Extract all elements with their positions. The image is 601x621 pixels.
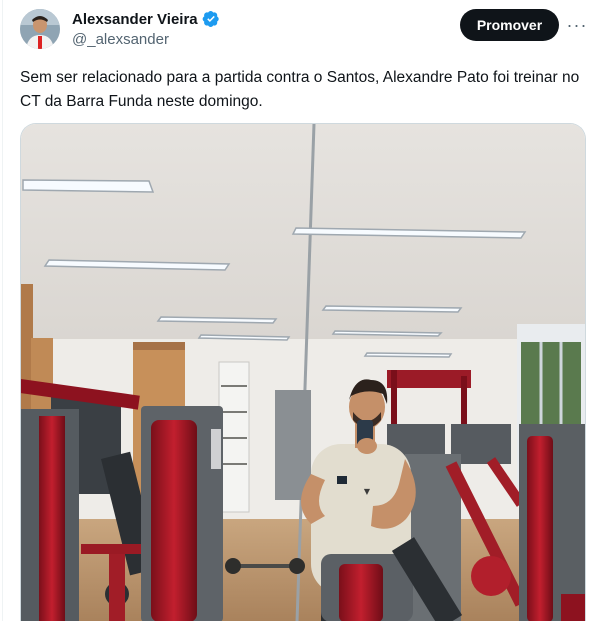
timeline-border — [2, 0, 3, 621]
author-handle[interactable]: @_alexsander — [72, 31, 169, 48]
verified-badge-icon — [202, 10, 219, 28]
author-display-name[interactable]: Alexsander Vieira — [72, 11, 198, 28]
tweet-text: Sem ser relacionado para a partida contr… — [20, 69, 580, 110]
avatar[interactable] — [20, 9, 60, 49]
promote-button[interactable]: Promover — [460, 9, 559, 41]
tweet-header: Alexsander Vieira @_alexsander Promover … — [20, 9, 590, 53]
tweet-photo[interactable]: ▼ — [20, 123, 586, 621]
author-name-row[interactable]: Alexsander Vieira — [72, 10, 220, 28]
avatar-image — [20, 9, 60, 49]
svg-text:▼: ▼ — [364, 487, 371, 496]
more-horizontal-icon[interactable]: ··· — [564, 11, 590, 39]
gym-photo-illustration: ▼ — [21, 124, 585, 621]
